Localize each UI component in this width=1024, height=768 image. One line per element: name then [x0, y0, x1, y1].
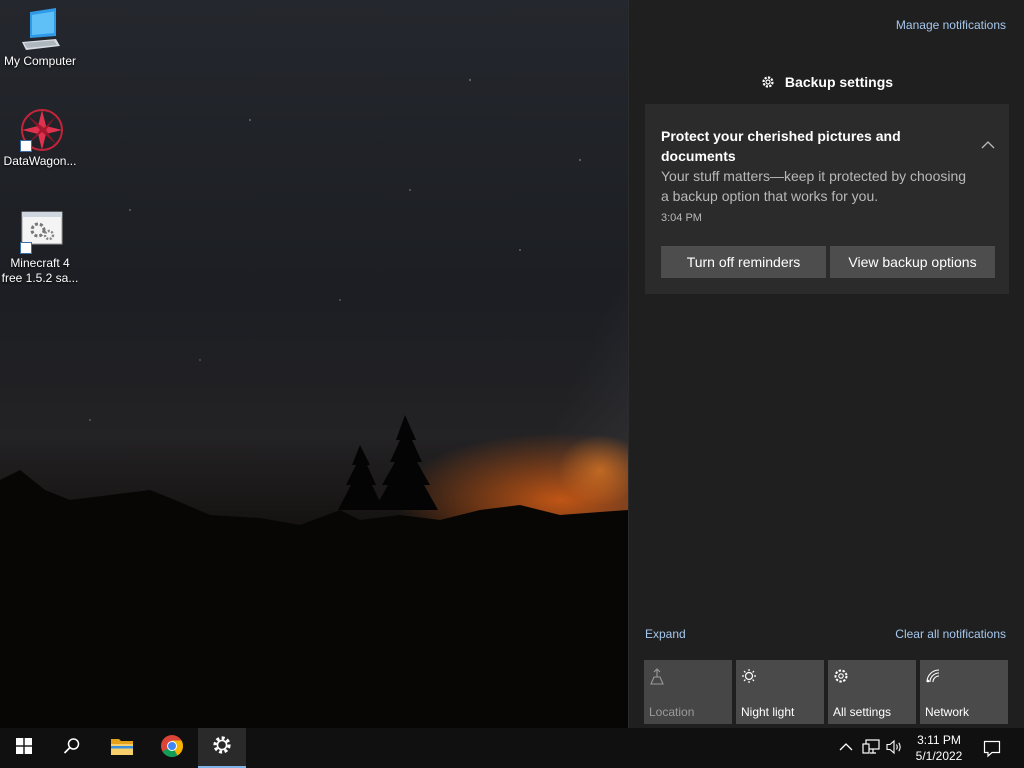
chrome-icon [160, 734, 184, 763]
quick-action-label: All settings [833, 705, 892, 719]
quick-action-label: Night light [741, 705, 795, 719]
action-center-icon[interactable] [983, 740, 1001, 763]
turn-off-reminders-button[interactable]: Turn off reminders [661, 246, 826, 278]
notification-group-header[interactable]: Backup settings [629, 74, 1024, 92]
settings-icon [212, 735, 232, 760]
quick-actions: Location Night light All settings Networ… [644, 660, 1008, 724]
taskbar: 3:11 PM 5/1/2022 [0, 728, 1024, 768]
file-explorer-icon [110, 736, 134, 761]
datawagon-icon [16, 108, 64, 152]
backup-notification[interactable]: Protect your cherished pictures and docu… [645, 104, 1009, 294]
settings-taskbar-button[interactable] [198, 728, 246, 768]
desktop-icon-datawagon[interactable]: DataWagon... [0, 108, 80, 169]
night-light-icon [741, 668, 757, 689]
chevron-up-icon[interactable] [981, 136, 995, 154]
file-explorer-button[interactable] [98, 728, 146, 768]
quick-action-label: Location [649, 705, 695, 719]
desktop-icon-label: free 1.5.2 sa... [1, 271, 79, 285]
desktop-icon-minecraft[interactable]: Minecraft 4 free 1.5.2 sa... [0, 210, 80, 286]
clock-time: 3:11 PM [917, 733, 961, 747]
mountain-silhouette [0, 415, 628, 728]
taskbar-clock[interactable]: 3:11 PM 5/1/2022 [910, 732, 968, 764]
notification-body: Your stuff matters—keep it protected by … [661, 168, 967, 204]
shortcut-arrow-icon [20, 140, 32, 152]
shortcut-arrow-icon [20, 242, 32, 254]
action-center-panel: Manage notifications Backup settings Pro… [628, 0, 1024, 728]
search-icon [63, 737, 81, 760]
clock-date: 5/1/2022 [915, 749, 963, 763]
volume-icon[interactable] [886, 739, 904, 760]
group-title: Backup settings [784, 74, 894, 90]
expand-link[interactable]: Expand [645, 627, 686, 641]
network-icon[interactable] [862, 739, 880, 760]
quick-action-network[interactable]: Network [920, 660, 1008, 724]
search-button[interactable] [48, 728, 96, 768]
quick-action-all-settings[interactable]: All settings [828, 660, 916, 724]
settings-gears-icon [16, 210, 64, 254]
gear-icon [833, 668, 849, 689]
desktop-icon-label: DataWagon... [3, 154, 77, 168]
clear-all-notifications-link[interactable]: Clear all notifications [895, 627, 1006, 641]
desktop-icon-label: Minecraft 4 [10, 256, 70, 270]
quick-action-location[interactable]: Location [644, 660, 732, 724]
gear-icon [761, 75, 775, 92]
location-icon [649, 668, 665, 691]
notification-title: Protect your cherished pictures and docu… [661, 128, 901, 164]
chevron-up-icon[interactable] [839, 739, 853, 760]
network-icon [925, 668, 941, 689]
view-backup-options-button[interactable]: View backup options [830, 246, 995, 278]
start-button[interactable] [0, 728, 48, 768]
notification-time: 3:04 PM [661, 212, 702, 224]
quick-action-night-light[interactable]: Night light [736, 660, 824, 724]
quick-action-label: Network [925, 705, 970, 719]
chrome-button[interactable] [148, 728, 196, 768]
computer-icon [16, 8, 64, 52]
desktop-icon-my-computer[interactable]: My Computer [0, 8, 80, 69]
manage-notifications-link[interactable]: Manage notifications [896, 18, 1006, 32]
desktop-icon-label: My Computer [3, 54, 77, 68]
start-icon [16, 737, 32, 759]
